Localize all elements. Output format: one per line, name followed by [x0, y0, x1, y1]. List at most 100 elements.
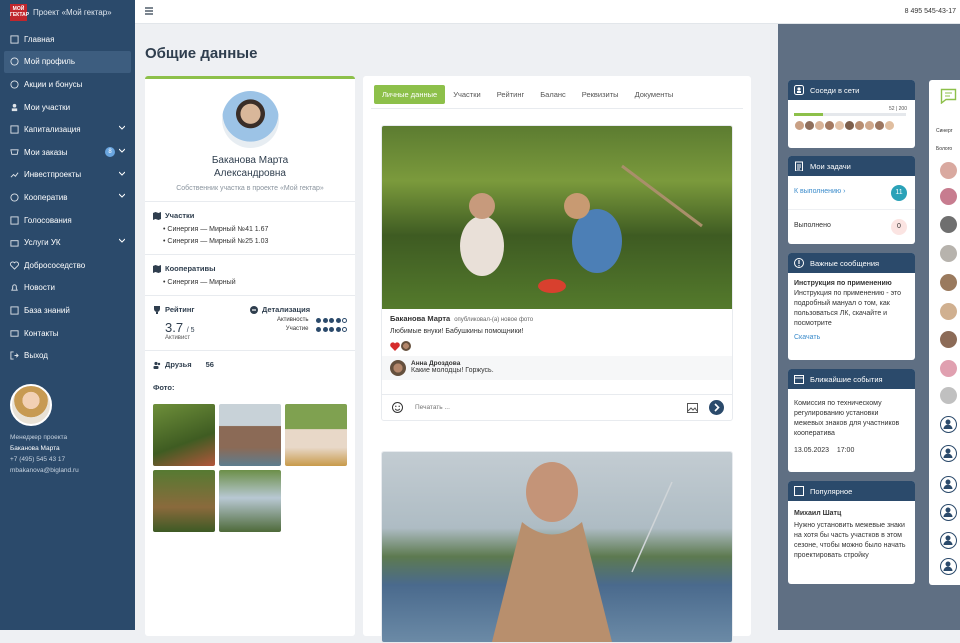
heart-icon — [10, 261, 19, 270]
post-likes[interactable] — [382, 340, 732, 352]
tab-balance[interactable]: Баланс — [532, 85, 574, 104]
logo[interactable]: МОЙ ГЕКТАР — [10, 3, 29, 21]
manager-phone[interactable]: +7 (495) 545 43 17 — [10, 456, 79, 463]
contact-avatar[interactable] — [940, 504, 957, 521]
briefcase-icon — [10, 240, 19, 247]
list-item[interactable]: Синергия — Мирный №41 1.67 — [163, 226, 355, 233]
photo-thumb[interactable] — [285, 404, 347, 466]
contact-avatar[interactable] — [940, 245, 957, 262]
contact-avatar[interactable] — [940, 558, 957, 575]
comment-author[interactable]: Анна Дроздова — [411, 360, 494, 367]
topbar: 8 495 545-43-17 — [135, 0, 960, 24]
contact-avatar[interactable] — [940, 476, 957, 493]
image-icon[interactable] — [687, 403, 698, 413]
feed-card: Личные данные Участки Рейтинг Баланс Рек… — [363, 76, 751, 643]
tasks-todo-row[interactable]: К выполнению › 11 — [788, 176, 915, 210]
chevron-down-icon — [119, 171, 125, 176]
contact-avatar[interactable] — [940, 532, 957, 549]
tab-personal[interactable]: Личные данные — [374, 85, 446, 104]
feed-post — [381, 451, 733, 643]
sidebar-item-knowledge[interactable]: База знаний — [0, 299, 135, 322]
contact-avatar[interactable] — [940, 216, 957, 233]
events-body[interactable]: Комиссия по техническому регулированию у… — [788, 389, 915, 462]
contact-avatar[interactable] — [940, 387, 957, 404]
neighbors-title: Соседи в сети — [810, 85, 860, 95]
list-item[interactable]: Синергия — Мирный — [163, 279, 355, 286]
tab-requisites[interactable]: Реквизиты — [574, 85, 627, 104]
check-square-icon — [10, 125, 19, 134]
coops-heading: Кооперативы — [153, 264, 355, 273]
sidebar-item-capitalization[interactable]: Капитализация — [0, 118, 135, 141]
chevron-down-icon — [119, 238, 125, 244]
tasks-done-row[interactable]: Выполнено 0 — [788, 210, 915, 244]
contact-avatar[interactable] — [940, 360, 957, 377]
messages-header: Важные сообщения — [788, 253, 915, 273]
sidebar-item-services[interactable]: Услуги УК — [0, 231, 135, 254]
list-item[interactable]: Синергия — Мирный №25 1.03 — [163, 238, 355, 245]
name-line-1: Баканова Марта — [211, 155, 289, 166]
photo-thumb[interactable] — [153, 404, 215, 466]
smiley-icon[interactable] — [392, 402, 403, 413]
sidebar-item-label: Главная — [24, 34, 55, 44]
sidebar-item-plots[interactable]: Мои участки — [0, 96, 135, 119]
post-author[interactable]: Баканова Марта — [390, 314, 450, 323]
contact-avatar[interactable] — [940, 303, 957, 320]
sidebar-item-label: Контакты — [24, 328, 59, 338]
sidebar-item-home[interactable]: Главная — [0, 28, 135, 51]
download-link[interactable]: Скачать — [794, 333, 909, 343]
post-photo[interactable] — [382, 452, 732, 642]
level-dot — [335, 317, 341, 323]
contact-avatar[interactable] — [940, 188, 957, 205]
menu-icon[interactable] — [145, 7, 153, 15]
photo-thumb[interactable] — [219, 470, 281, 532]
neighbors-body[interactable]: 52 | 200 — [788, 100, 915, 148]
profile-avatar[interactable] — [221, 91, 279, 148]
contact-avatar[interactable] — [940, 416, 957, 433]
sidebar-item-promos[interactable]: Акции и бонусы — [0, 73, 135, 96]
popular-text: Нужно установить межевые знаки на хотя б… — [794, 522, 906, 559]
sidebar-item-news[interactable]: Новости — [0, 277, 135, 300]
contact-avatar[interactable] — [940, 274, 957, 291]
sidebar-item-orders[interactable]: Мои заказы 8 — [0, 141, 135, 164]
contact-avatar[interactable] — [940, 331, 957, 348]
neighbor-avatar[interactable] — [884, 120, 895, 131]
rating-title: Рейтинг — [165, 305, 195, 314]
contact-avatar[interactable] — [940, 162, 957, 179]
level-dot — [322, 317, 328, 323]
brand: МОЙ ГЕКТАР Проект «Мой гектар» — [0, 0, 135, 24]
detail-title: Детализация — [262, 305, 311, 314]
participation-row: Участие — [250, 326, 347, 332]
tab-rating[interactable]: Рейтинг — [489, 85, 533, 104]
sidebar-item-investprojects[interactable]: Инвестпроекты — [0, 164, 135, 187]
tab-plots[interactable]: Участки — [445, 85, 489, 104]
sidebar-item-contacts[interactable]: Контакты — [0, 322, 135, 345]
popular-body[interactable]: Михаил Шатц Нужно установить межевые зна… — [788, 501, 915, 567]
sidebar-item-voting[interactable]: Голосования — [0, 209, 135, 232]
calendar-icon — [794, 375, 804, 384]
photo-thumb[interactable] — [153, 470, 215, 532]
sidebar-item-neighborhood[interactable]: Добрососедство — [0, 254, 135, 277]
photo-thumb[interactable] — [219, 404, 281, 466]
manager-name: Баканова Марта — [10, 445, 60, 452]
avatar — [10, 384, 52, 426]
rating-block: Рейтинг 3.7 / 5 Активист Детализация Акт… — [145, 305, 355, 341]
sidebar-item-cooperative[interactable]: Кооператив — [0, 186, 135, 209]
sidebar-item-logout[interactable]: Выход — [0, 344, 135, 367]
send-button[interactable] — [709, 400, 724, 415]
contact-avatar[interactable] — [940, 445, 957, 462]
tab-documents[interactable]: Документы — [627, 85, 682, 104]
chat-icon[interactable] — [940, 88, 957, 104]
comment-input[interactable] — [415, 404, 655, 411]
tasks-todo-label: К выполнению › — [794, 188, 846, 195]
sidebar-item-label: Добрососедство — [24, 260, 86, 270]
minus-circle-icon — [250, 305, 258, 314]
tasks-title: Мои задачи — [810, 161, 851, 171]
post-photo[interactable] — [382, 126, 732, 309]
sidebar-item-label: Выход — [24, 351, 48, 361]
messages-body: Инструкция по применению Инструкция по п… — [788, 273, 915, 349]
friends-row[interactable]: Друзья 56 — [153, 360, 355, 369]
phone-number[interactable]: 8 495 545-43-17 — [905, 8, 956, 15]
sidebar-item-profile[interactable]: Мой профиль — [4, 50, 131, 74]
profile-card: Баканова Марта Александровна Собственник … — [145, 76, 355, 636]
manager-email[interactable]: mbakanova@bigland.ru — [10, 467, 79, 474]
